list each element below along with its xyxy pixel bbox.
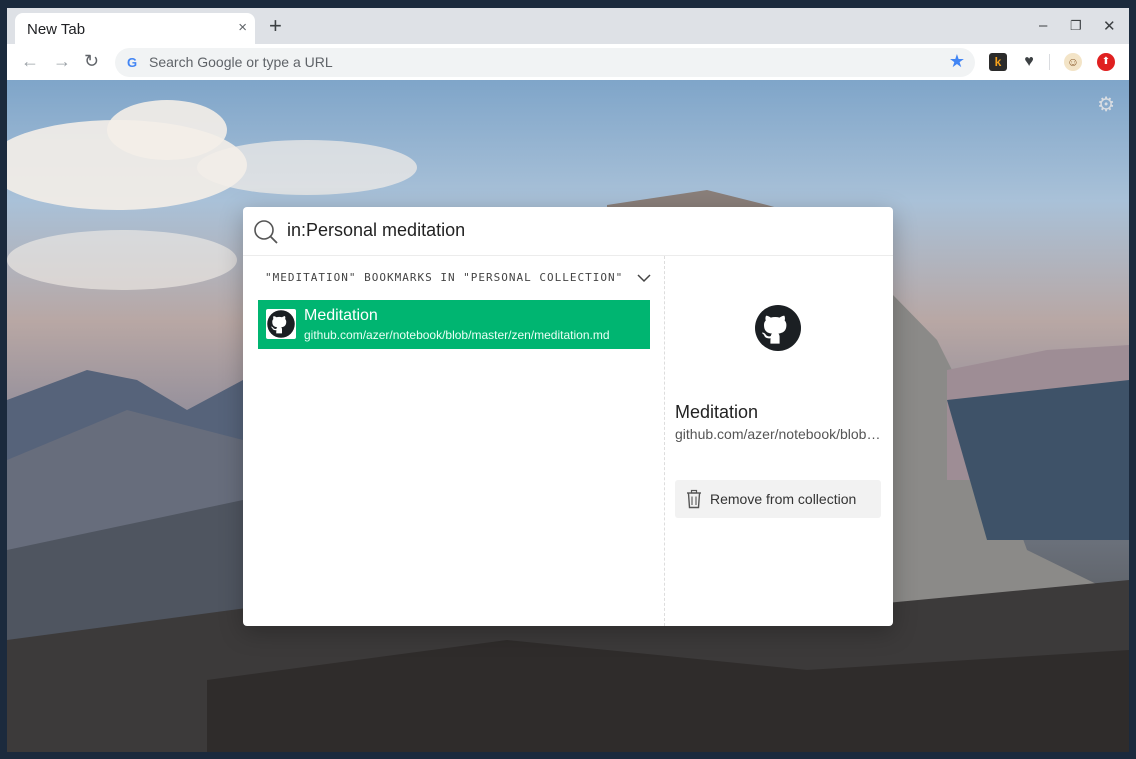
tab-title: New Tab xyxy=(27,21,86,38)
upload-extension-icon[interactable]: ⬆ xyxy=(1097,53,1115,71)
new-tab-button[interactable]: + xyxy=(269,15,282,37)
chevron-down-icon[interactable] xyxy=(637,273,651,283)
omnibox-placeholder: Search Google or type a URL xyxy=(149,54,333,70)
forward-icon[interactable]: → xyxy=(53,50,71,72)
detail-title: Meditation xyxy=(675,402,759,422)
back-icon[interactable]: ← xyxy=(21,50,39,72)
detail-pane: Meditation github.com/azer/notebook/blob… xyxy=(665,256,893,626)
heart-extension-icon[interactable]: ♥ xyxy=(1020,53,1038,71)
toolbar: ← → ↻ G Search Google or type a URL ★ k … xyxy=(7,44,1129,80)
close-tab-icon[interactable]: × xyxy=(238,20,247,36)
search-bar[interactable]: in:Personal meditation xyxy=(243,207,893,256)
google-icon: G xyxy=(127,55,138,70)
browser-window: New Tab × + – ❐ ✕ ← → ↻ G Search Google … xyxy=(7,8,1129,752)
remove-from-collection-button[interactable]: Remove from collection xyxy=(675,480,881,518)
search-icon xyxy=(254,220,278,244)
minimize-icon[interactable]: – xyxy=(1039,17,1047,34)
new-tab-page: ⚙ in:Personal meditation "MEDITATION" BO… xyxy=(7,80,1129,752)
github-icon xyxy=(266,309,296,339)
results-section-label: "MEDITATION" BOOKMARKS IN "PERSONAL COLL… xyxy=(265,271,624,284)
detail-url[interactable]: github.com/azer/notebook/blob/master/zen… xyxy=(675,426,883,442)
tab-strip: New Tab × + – ❐ ✕ xyxy=(7,8,1129,44)
k-extension-icon[interactable]: k xyxy=(989,53,1007,71)
tab-new-tab[interactable]: New Tab × xyxy=(15,13,255,44)
restore-icon[interactable]: ❐ xyxy=(1070,18,1082,34)
search-input[interactable]: in:Personal meditation xyxy=(287,220,465,241)
bookmark-star-icon[interactable]: ★ xyxy=(949,51,965,72)
settings-gear-icon[interactable]: ⚙ xyxy=(1097,92,1115,117)
result-title: Meditation xyxy=(304,307,378,324)
results-list: "MEDITATION" BOOKMARKS IN "PERSONAL COLL… xyxy=(243,256,665,626)
trash-icon xyxy=(687,489,701,509)
search-panel: in:Personal meditation "MEDITATION" BOOK… xyxy=(243,207,893,626)
avatar-extension-icon[interactable]: ☺ xyxy=(1064,53,1082,71)
omnibox[interactable]: G Search Google or type a URL ★ xyxy=(115,48,975,77)
reload-icon[interactable]: ↻ xyxy=(84,50,99,72)
github-icon xyxy=(755,305,801,351)
result-item-meditation[interactable]: Meditation github.com/azer/notebook/blob… xyxy=(258,300,650,349)
remove-button-label: Remove from collection xyxy=(710,491,857,507)
toolbar-divider xyxy=(1049,54,1050,70)
close-window-icon[interactable]: ✕ xyxy=(1103,17,1116,35)
result-url: github.com/azer/notebook/blob/master/zen… xyxy=(304,328,610,342)
